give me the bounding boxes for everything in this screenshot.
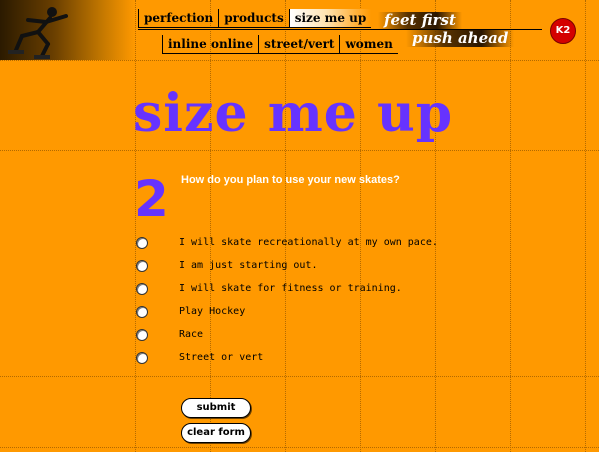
option-label: Play Hockey	[179, 306, 246, 317]
primary-nav: perfection products size me up	[138, 9, 372, 28]
option-radio[interactable]	[136, 306, 148, 318]
skater-banner-image	[0, 0, 135, 60]
option-row: Play Hockey	[136, 304, 245, 320]
grid-line	[360, 0, 361, 452]
nav-link-size-me-up[interactable]: size me up	[288, 9, 372, 27]
option-label: I am just starting out.	[179, 260, 318, 271]
nav-link-inline-online[interactable]: inline online	[162, 35, 258, 53]
clear-form-button[interactable]: clear form	[181, 423, 251, 443]
option-row: I will skate for fitness or training.	[136, 281, 402, 297]
grid-line	[585, 0, 586, 452]
tagline-push-ahead: push ahead	[406, 30, 515, 47]
option-label: I will skate for fitness or training.	[179, 283, 402, 294]
option-row: Race	[136, 327, 203, 343]
nav-link-street-vert[interactable]: street/vert	[258, 35, 339, 53]
option-radio[interactable]	[136, 352, 148, 364]
option-label: I will skate recreationally at my own pa…	[179, 237, 438, 248]
option-row: Street or vert	[136, 350, 263, 366]
grid-line	[210, 0, 211, 452]
option-radio[interactable]	[136, 329, 148, 341]
grid-line	[435, 0, 436, 452]
submit-button[interactable]: submit	[181, 398, 251, 418]
option-label: Race	[179, 329, 204, 340]
option-radio[interactable]	[136, 283, 148, 295]
secondary-nav: inline online street/vert women	[162, 35, 398, 54]
question-text: How do you plan to use your new skates?	[181, 174, 400, 186]
grid-line	[285, 0, 286, 452]
tagline-feet-first: feet first	[378, 12, 462, 29]
option-label: Street or vert	[179, 352, 264, 363]
question-number: 2	[134, 170, 169, 228]
k2-logo[interactable]: K2	[550, 18, 576, 44]
grid-line	[510, 0, 511, 452]
option-row: I am just starting out.	[136, 258, 317, 274]
nav-link-products[interactable]: products	[218, 9, 288, 27]
option-row: I will skate recreationally at my own pa…	[136, 235, 438, 251]
nav-link-women[interactable]: women	[339, 35, 397, 53]
option-radio[interactable]	[136, 237, 148, 249]
page-title: size me up	[133, 83, 454, 144]
option-radio[interactable]	[136, 260, 148, 272]
nav-link-perfection[interactable]: perfection	[138, 9, 218, 27]
